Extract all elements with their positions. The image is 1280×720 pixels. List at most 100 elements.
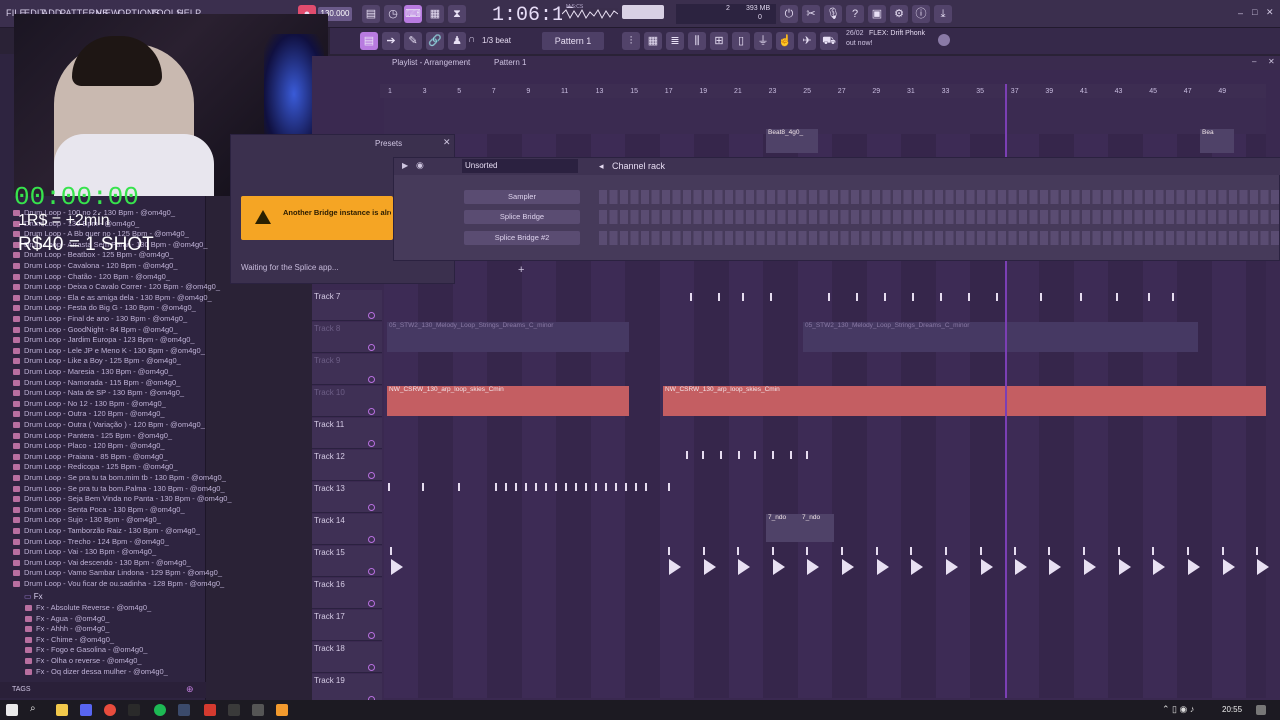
browser-item[interactable]: Drum Loop - Like a Boy - 125 Bpm - @om4g… xyxy=(13,356,181,365)
system-tray-icons[interactable]: ⌃ ▯ ◉ ♪ xyxy=(1162,704,1194,715)
snap-selector[interactable]: 1/3 beat xyxy=(482,36,511,45)
track-mute-icon[interactable] xyxy=(368,440,375,447)
browser-item[interactable]: Drum Loop - Tamborzão Raiz - 130 Bpm - @… xyxy=(13,526,200,535)
browser-item[interactable]: Drum Loop - Trecho - 124 Bpm - @om4g0_ xyxy=(13,537,169,546)
maximize-icon[interactable]: □ xyxy=(1252,7,1257,17)
typing-keyboard-icon[interactable]: ⌨ xyxy=(404,5,422,23)
browser-fx-item[interactable]: Fx - Absolute Reverse - @om4g0_ xyxy=(24,603,151,612)
piano-roll-icon[interactable]: ≣ xyxy=(666,32,684,50)
track-mute-icon[interactable] xyxy=(368,568,375,575)
stamp-icon[interactable]: ♟ xyxy=(448,32,466,50)
clip-arp-2[interactable]: NW_CSRW_130_arp_loop_skies_Cmin xyxy=(663,386,1266,416)
browser-fx-item[interactable]: Fx - Fogo e Gasolina - @om4g0_ xyxy=(24,645,147,654)
playlist-pattern[interactable]: Pattern 1 xyxy=(494,58,526,67)
browser-item[interactable]: Drum Loop - Lele JP e Meno K - 130 Bpm -… xyxy=(13,346,205,355)
metronome-icon[interactable]: ◷ xyxy=(384,5,402,23)
pattern-mode-icon[interactable]: ▤ xyxy=(362,5,380,23)
browser-item[interactable]: Drum Loop - Outra - 120 Bpm - @om4g0_ xyxy=(13,409,165,418)
clip-melody-2[interactable]: 05_STW2_130_Melody_Loop_Strings_Dreams_C… xyxy=(803,322,1198,352)
browser-item[interactable]: Drum Loop - Praiana - 85 Bpm - @om4g0_ xyxy=(13,452,168,461)
track-mute-icon[interactable] xyxy=(368,600,375,607)
track-mute-icon[interactable] xyxy=(368,504,375,511)
browser-item[interactable]: Drum Loop - Pantera - 125 Bpm - @om4g0_ xyxy=(12,431,172,440)
spotify-icon[interactable] xyxy=(154,704,166,716)
browser-item[interactable]: Drum Loop - Vou ficar de ou.sadinha - 12… xyxy=(12,579,224,588)
filter-selector[interactable]: Unsorted xyxy=(462,159,578,173)
channel-splice-bridge-2[interactable]: Splice Bridge #2 xyxy=(464,231,580,245)
browser-item[interactable]: Drum Loop - Vai descendo - 130 Bpm - @om… xyxy=(13,558,191,567)
track-mute-icon[interactable] xyxy=(368,312,375,319)
mixer-icon[interactable]: ⫶ xyxy=(622,32,640,50)
track-mute-icon[interactable] xyxy=(368,536,375,543)
browser-item[interactable]: Drum Loop - Se pra tu ta bom.Palma - 130… xyxy=(13,484,225,493)
browser-fx-item[interactable]: Fx - Oq dizer dessa mulher - @om4g0_ xyxy=(25,667,168,676)
panic-icon[interactable]: ⏻ xyxy=(780,5,798,23)
step-sequencer-row[interactable] xyxy=(599,190,1279,204)
browser-item[interactable]: Drum Loop - Jardim Europa - 123 Bpm - @o… xyxy=(13,335,195,344)
plugin-database-icon[interactable]: ⚙ xyxy=(890,5,908,23)
tags-label[interactable]: TAGS xyxy=(12,686,31,693)
help-icon[interactable]: ? xyxy=(846,5,864,23)
minimize-icon[interactable]: – xyxy=(1238,8,1243,18)
browser-item[interactable]: Drum Loop - Se pra tu ta bom.mim tb - 13… xyxy=(13,473,226,482)
search-icon[interactable]: ⌕ xyxy=(30,703,36,714)
notification-icon[interactable] xyxy=(1256,705,1266,715)
track-mute-icon[interactable] xyxy=(368,472,375,479)
channel-rack-icon[interactable]: ▦ xyxy=(644,32,662,50)
browser-item[interactable]: Drum Loop - Seja Bem Vinda no Panta - 13… xyxy=(13,494,232,503)
track-mute-icon[interactable] xyxy=(368,408,375,415)
browser-icon[interactable]: ⊞ xyxy=(710,32,728,50)
fx-folder[interactable]: ▭ Fx xyxy=(24,592,43,601)
bird-icon[interactable]: ✈ xyxy=(798,32,816,50)
track-mute-icon[interactable] xyxy=(368,376,375,383)
windows-start-icon[interactable] xyxy=(6,704,18,716)
presets-close-icon[interactable]: ✕ xyxy=(443,137,451,148)
step-edit-icon[interactable]: ▦ xyxy=(426,5,444,23)
browser-fx-item[interactable]: Fx - Ahhh - @om4g0_ xyxy=(24,624,109,633)
play-arrow-icon[interactable]: ▶ xyxy=(402,161,408,170)
clip-beat-2[interactable]: Bea xyxy=(1200,129,1234,153)
browser-item[interactable]: Drum Loop - Nata de SP - 130 Bpm - @om4g… xyxy=(12,388,184,397)
obs-icon[interactable] xyxy=(228,704,240,716)
browser-item[interactable]: Drum Loop - Senta Poca - 130 Bpm - @om4g… xyxy=(13,505,185,514)
options-icon[interactable]: ◉ xyxy=(416,160,424,171)
browser-item[interactable]: Drum Loop - Vai - 130 Bpm - @om4g0_ xyxy=(12,547,156,556)
app-icon[interactable] xyxy=(252,704,264,716)
file-explorer-icon[interactable] xyxy=(56,704,68,716)
track-mute-icon[interactable] xyxy=(368,344,375,351)
browser-item[interactable]: Drum Loop - Namorada - 115 Bpm - @om4g0_ xyxy=(12,378,180,387)
plug-icon[interactable]: ⏚ xyxy=(754,32,772,50)
discord-icon[interactable] xyxy=(80,704,92,716)
tools-icon[interactable]: ✂ xyxy=(802,5,820,23)
chrome-icon[interactable] xyxy=(104,704,116,716)
browser-item[interactable]: Drum Loop - Redicopa - 125 Bpm - @om4g0_ xyxy=(13,462,178,471)
browser-item[interactable]: Drum Loop - Outra ( Variação ) - 120 Bpm… xyxy=(13,420,205,429)
clip-melody-1[interactable]: 05_STW2_130_Melody_Loop_Strings_Dreams_C… xyxy=(387,322,629,352)
microphone-icon[interactable]: 🎙 xyxy=(824,5,842,23)
equalizer-icon[interactable]: ⫼ xyxy=(688,32,706,50)
clip-beat[interactable]: Beat8_4g0_ xyxy=(766,129,818,153)
clip-ndo-1[interactable]: 7_ndo xyxy=(766,514,800,542)
browser-item[interactable]: Drum Loop - Deixa o Cavalo Correr - 120 … xyxy=(12,282,220,291)
pdf-icon[interactable] xyxy=(204,704,216,716)
add-channel-icon[interactable]: + xyxy=(518,264,524,276)
clip-ndo-2[interactable]: 7_ndo xyxy=(800,514,834,542)
step-sequencer-row[interactable] xyxy=(599,231,1279,245)
save-icon[interactable]: ▣ xyxy=(868,5,886,23)
browser-item[interactable]: Drum Loop - Sujo - 130 Bpm - @om4g0_ xyxy=(13,515,161,524)
pencil-icon[interactable]: ✎ xyxy=(404,32,422,50)
browser-fx-item[interactable]: Fx - Agua - @om4g0_ xyxy=(24,614,109,623)
arrow-right-icon[interactable]: ➔ xyxy=(382,32,400,50)
browser-item[interactable]: Drum Loop - No 12 - 130 Bpm - @om4g0_ xyxy=(13,399,166,408)
pattern-selector[interactable]: Pattern 1 xyxy=(542,32,604,50)
playlist-minimize-icon[interactable]: – xyxy=(1252,57,1256,66)
browser-fx-item[interactable]: Fx - Chime - @om4g0_ xyxy=(24,635,114,644)
close-icon[interactable]: ✕ xyxy=(1266,7,1274,18)
presets-label[interactable]: Presets xyxy=(375,139,402,148)
playlist-snap-icon[interactable]: ▤ xyxy=(360,32,378,50)
cart-icon[interactable]: ⛟ xyxy=(820,32,838,50)
download-icon[interactable]: ⤓ xyxy=(934,5,952,23)
browser-item[interactable]: Drum Loop - GoodNight - 84 Bpm - @om4g0_ xyxy=(13,325,178,334)
file-icon[interactable]: ▯ xyxy=(732,32,750,50)
step-sequencer-row[interactable] xyxy=(599,210,1279,224)
